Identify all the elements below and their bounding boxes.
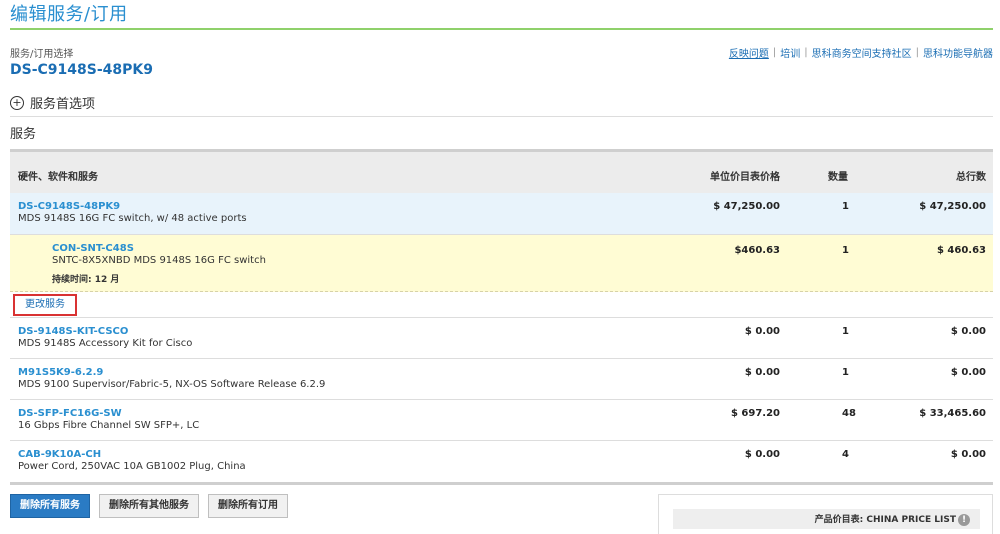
row-unit-price: $ 697.20 <box>730 408 780 419</box>
row-unit-price: $460.63 <box>734 245 780 256</box>
row-qty: 4 <box>842 449 849 460</box>
section-label: 服务 <box>10 127 37 142</box>
header-qty: 数量 <box>828 172 848 183</box>
header-unit-price: 单位价目表价格 <box>710 172 780 183</box>
row-description: Power Cord, 250VAC 10A GB1002 Plug, Chin… <box>18 461 246 472</box>
row-description: 16 Gbps Fibre Channel SW SFP+, LC <box>18 420 200 431</box>
row-total: $ 0.00 <box>950 326 986 337</box>
row-unit-price: $ 0.00 <box>744 449 780 460</box>
row-unit-price: $ 0.00 <box>744 326 780 337</box>
delete-all-services-button[interactable]: 删除所有服务 <box>10 494 90 518</box>
row-description: SNTC-8X5XNBD MDS 9148S 16G FC switch <box>52 255 266 266</box>
row-qty: 1 <box>842 326 849 337</box>
row-duration: 持续时间: 12 月 <box>52 275 120 285</box>
header-item: 硬件、软件和服务 <box>18 172 98 183</box>
feedback-link[interactable]: 反映问题 <box>729 45 769 60</box>
header-total: 总行数 <box>956 172 986 183</box>
table-row: DS-C9148S-48PK9 MDS 9148S 16G FC switch,… <box>10 193 993 235</box>
subhead-label: 服务/订用选择 <box>10 49 74 60</box>
delete-all-other-services-button[interactable]: 删除所有其他服务 <box>99 494 199 518</box>
table-bottom-rule <box>10 482 993 485</box>
feature-navigator-link[interactable]: 思科功能导航器 <box>923 45 993 60</box>
action-buttons: 删除所有服务 删除所有其他服务 删除所有订用 <box>10 494 288 518</box>
info-icon[interactable]: ! <box>958 514 970 526</box>
row-total: $ 47,250.00 <box>919 201 986 212</box>
change-service-row: 更改服务 <box>10 292 993 318</box>
row-qty: 1 <box>842 201 849 212</box>
divider <box>10 116 993 117</box>
row-qty: 1 <box>842 367 849 378</box>
table-header: 硬件、软件和服务 单位价目表价格 数量 总行数 <box>10 149 993 193</box>
row-total: $ 33,465.60 <box>919 408 986 419</box>
row-sku-link[interactable]: DS-9148S-KIT-CSCO <box>18 326 128 337</box>
row-unit-price: $ 47,250.00 <box>713 201 780 212</box>
top-links: 反映问题 | 培训 | 思科商务空间支持社区 | 思科功能导航器 <box>728 45 993 60</box>
row-qty: 1 <box>842 245 849 256</box>
row-sku-link[interactable]: DS-SFP-FC16G-SW <box>18 408 122 419</box>
title-underline <box>10 28 993 30</box>
row-qty: 48 <box>842 408 856 419</box>
change-service-button[interactable]: 更改服务 <box>13 294 77 316</box>
table-row: DS-9148S-KIT-CSCO MDS 9148S Accessory Ki… <box>10 318 993 359</box>
row-description: MDS 9148S 16G FC switch, w/ 48 active po… <box>18 213 247 224</box>
row-total: $ 0.00 <box>950 449 986 460</box>
row-description: MDS 9148S Accessory Kit for Cisco <box>18 338 193 349</box>
row-description: MDS 9100 Supervisor/Fabric-5, NX-OS Soft… <box>18 379 326 390</box>
row-sku-link[interactable]: DS-C9148S-48PK9 <box>18 201 120 212</box>
row-unit-price: $ 0.00 <box>744 367 780 378</box>
price-list-panel: 产品价目表: CHINA PRICE LIST ! <box>658 494 993 534</box>
row-total: $ 0.00 <box>950 367 986 378</box>
row-sku-link[interactable]: CAB-9K10A-CH <box>18 449 101 460</box>
row-sku-link[interactable]: M91S5K9-6.2.9 <box>18 367 103 378</box>
service-preferences-label: 服务首选项 <box>30 97 96 112</box>
plus-circle-icon: + <box>10 95 24 110</box>
service-preferences-toggle[interactable]: + 服务首选项 <box>10 93 95 112</box>
row-sku-link[interactable]: CON-SNT-C48S <box>52 243 134 254</box>
table-row: M91S5K9-6.2.9 MDS 9100 Supervisor/Fabric… <box>10 359 993 400</box>
delete-all-subscriptions-button[interactable]: 删除所有订用 <box>208 494 288 518</box>
training-link[interactable]: 培训 <box>780 45 800 60</box>
services-table: 硬件、软件和服务 单位价目表价格 数量 总行数 DS-C9148S-48PK9 … <box>10 149 993 485</box>
row-total: $ 460.63 <box>936 245 986 256</box>
product-id-link[interactable]: DS-C9148S-48PK9 <box>10 62 153 78</box>
page-title: 编辑服务/订用 <box>10 4 128 25</box>
community-link[interactable]: 思科商务空间支持社区 <box>812 45 912 60</box>
table-row: DS-SFP-FC16G-SW 16 Gbps Fibre Channel SW… <box>10 400 993 441</box>
price-list-label: 产品价目表: CHINA PRICE LIST <box>814 515 956 525</box>
price-list-label-box: 产品价目表: CHINA PRICE LIST ! <box>673 509 980 529</box>
table-row-service: CON-SNT-C48S SNTC-8X5XNBD MDS 9148S 16G … <box>10 235 993 292</box>
table-row: CAB-9K10A-CH Power Cord, 250VAC 10A GB10… <box>10 441 993 482</box>
